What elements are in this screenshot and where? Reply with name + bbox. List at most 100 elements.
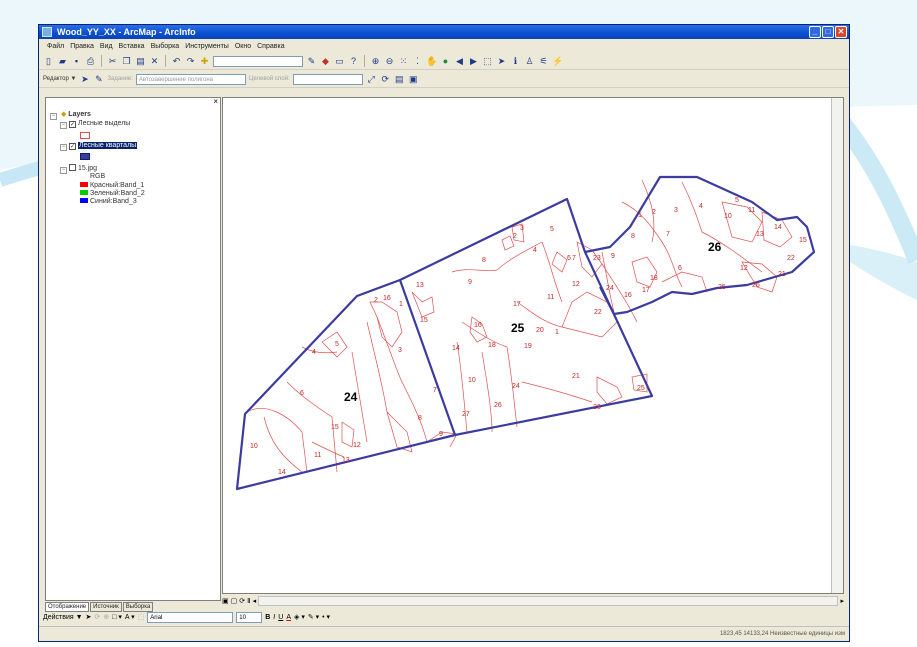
quarter-symbol[interactable]	[80, 153, 90, 160]
font-size-combo[interactable]: 10	[236, 611, 263, 623]
full-extent-icon[interactable]: ●	[440, 56, 451, 67]
font-color-button[interactable]: A	[286, 614, 291, 621]
stand-label[interactable]: 24	[606, 285, 614, 292]
stand-label[interactable]: 20	[536, 327, 544, 334]
map-horizontal-scrollbar[interactable]	[258, 595, 839, 606]
new-text-icon[interactable]: A ▾	[125, 613, 135, 621]
font-combo[interactable]: Arial	[147, 611, 234, 623]
stand-label[interactable]: 18	[488, 342, 496, 349]
bold-button[interactable]: B	[265, 614, 270, 621]
map-display[interactable]: 24 25 26 1 2 16 3 4 5 6 7 8 9 10 11 12 1…	[222, 97, 844, 594]
stand-label[interactable]: 4	[533, 247, 537, 254]
underline-button[interactable]: U	[278, 614, 283, 621]
stand-label[interactable]: 2	[513, 233, 517, 240]
stand-label[interactable]: 18	[650, 275, 658, 282]
layout-view-icon[interactable]: ▢	[231, 597, 238, 605]
menu-file[interactable]: Файл	[47, 40, 64, 53]
undo-icon[interactable]: ↶	[171, 56, 182, 67]
stand-label[interactable]: 1	[555, 329, 559, 336]
stand-label[interactable]: 22	[787, 255, 795, 262]
edit-tool-icon[interactable]: ➤	[79, 74, 90, 85]
command-line-icon[interactable]: ▭	[334, 56, 345, 67]
identify-icon[interactable]: ℹ	[510, 56, 521, 67]
stand-label[interactable]: 11	[547, 294, 554, 301]
stand-label[interactable]: 5	[335, 341, 339, 348]
stand-label[interactable]: 16	[624, 292, 632, 299]
stand-label[interactable]: 9	[611, 253, 615, 260]
forward-icon[interactable]: ▶	[468, 56, 479, 67]
map-vertical-scrollbar[interactable]	[831, 98, 843, 593]
new-icon[interactable]: ▯	[43, 56, 54, 67]
refresh-icon[interactable]: ⟳	[239, 597, 245, 605]
stand-label[interactable]: 6	[678, 265, 682, 272]
stand-label[interactable]: 8	[631, 233, 635, 240]
menu-selection[interactable]: Выборка	[151, 40, 180, 53]
whats-this-icon[interactable]: ?	[348, 56, 359, 67]
stand-label[interactable]: 5	[735, 197, 739, 204]
stand-label[interactable]: 16	[474, 322, 482, 329]
menu-tools[interactable]: Инструменты	[185, 40, 229, 53]
toc-layer-forest-stands[interactable]: − ✓ Лесные выделы	[60, 120, 130, 129]
find-icon[interactable]: ♙	[524, 56, 535, 67]
stand-label[interactable]: 23	[593, 255, 601, 262]
scale-combo[interactable]	[213, 55, 303, 67]
stand-label[interactable]: 12	[572, 281, 580, 288]
rectangle-icon[interactable]: □ ▾	[112, 613, 122, 621]
stand-label[interactable]: 19	[524, 343, 532, 350]
back-icon[interactable]: ◀	[454, 56, 465, 67]
rotate-icon[interactable]: ⟳	[380, 74, 391, 85]
attributes-icon[interactable]: ▤	[394, 74, 405, 85]
stand-label[interactable]: 12	[353, 442, 361, 449]
hyperlink-icon[interactable]: ⚡	[552, 56, 563, 67]
scroll-right-icon[interactable]: ▸	[840, 597, 844, 605]
add-data-icon[interactable]: ✚	[199, 56, 210, 67]
stand-label[interactable]: 1	[399, 301, 403, 308]
stand-label[interactable]: 10	[468, 377, 476, 384]
stand-label[interactable]: 8	[482, 257, 486, 264]
stand-label[interactable]: 5	[550, 226, 554, 233]
stand-label[interactable]: 13	[756, 231, 764, 238]
fill-color-icon[interactable]: ◈ ▾	[294, 613, 305, 621]
map-canvas[interactable]: 24 25 26 1 2 16 3 4 5 6 7 8 9 10 11 12 1…	[223, 98, 833, 593]
editor-menu[interactable]: Редактор ▼	[43, 76, 76, 82]
stand-label[interactable]: 3	[674, 207, 678, 214]
edit-vertices-icon[interactable]: ⬚	[138, 613, 145, 621]
sketch-properties-icon[interactable]: ▣	[408, 74, 419, 85]
fixed-zoom-out-icon[interactable]: ⁚	[412, 56, 423, 67]
paste-icon[interactable]: ▤	[135, 56, 146, 67]
stand-label[interactable]: 21	[778, 271, 786, 278]
stand-label[interactable]: 2	[374, 297, 378, 304]
minimize-button[interactable]: _	[809, 26, 821, 38]
zoom-whole-page-icon[interactable]: ⊕	[103, 613, 109, 621]
stand-label[interactable]: 7	[666, 231, 670, 238]
maximize-button[interactable]: □	[822, 26, 834, 38]
collapse-icon[interactable]: −	[50, 113, 57, 120]
stand-label[interactable]: 25	[637, 385, 645, 392]
stand-label[interactable]: 13	[342, 457, 350, 464]
close-button[interactable]: ✕	[835, 26, 847, 38]
stand-label[interactable]: 3	[398, 347, 402, 354]
stand-label[interactable]: 6	[567, 255, 571, 262]
stand-label[interactable]: 24	[512, 383, 520, 390]
stand-label[interactable]: 2	[652, 209, 656, 216]
copy-icon[interactable]: ❐	[121, 56, 132, 67]
quarter-number[interactable]: 26	[708, 240, 722, 254]
save-icon[interactable]: ▪	[71, 56, 82, 67]
editor-toolbar-icon[interactable]: ✎	[306, 56, 317, 67]
pan-icon[interactable]: ✋	[426, 56, 437, 67]
stand-label[interactable]: 10	[250, 443, 258, 450]
delete-icon[interactable]: ✕	[149, 56, 160, 67]
collapse-icon[interactable]: −	[60, 144, 67, 151]
print-icon[interactable]: ⎙	[85, 56, 96, 67]
stand-label[interactable]: 26	[752, 282, 760, 289]
stand-label[interactable]: 1	[638, 212, 642, 219]
stand-label[interactable]: 10	[724, 213, 732, 220]
stand-label[interactable]: 13	[416, 282, 424, 289]
menu-view[interactable]: Вид	[100, 40, 113, 53]
select-features-icon[interactable]: ⬚	[482, 56, 493, 67]
stand-label[interactable]: 17	[642, 287, 650, 294]
target-combo[interactable]	[292, 73, 363, 85]
layer-checkbox[interactable]: ✓	[69, 121, 76, 128]
stand-label[interactable]: 14	[774, 224, 782, 231]
zoom-out-icon[interactable]: ⊖	[384, 56, 395, 67]
